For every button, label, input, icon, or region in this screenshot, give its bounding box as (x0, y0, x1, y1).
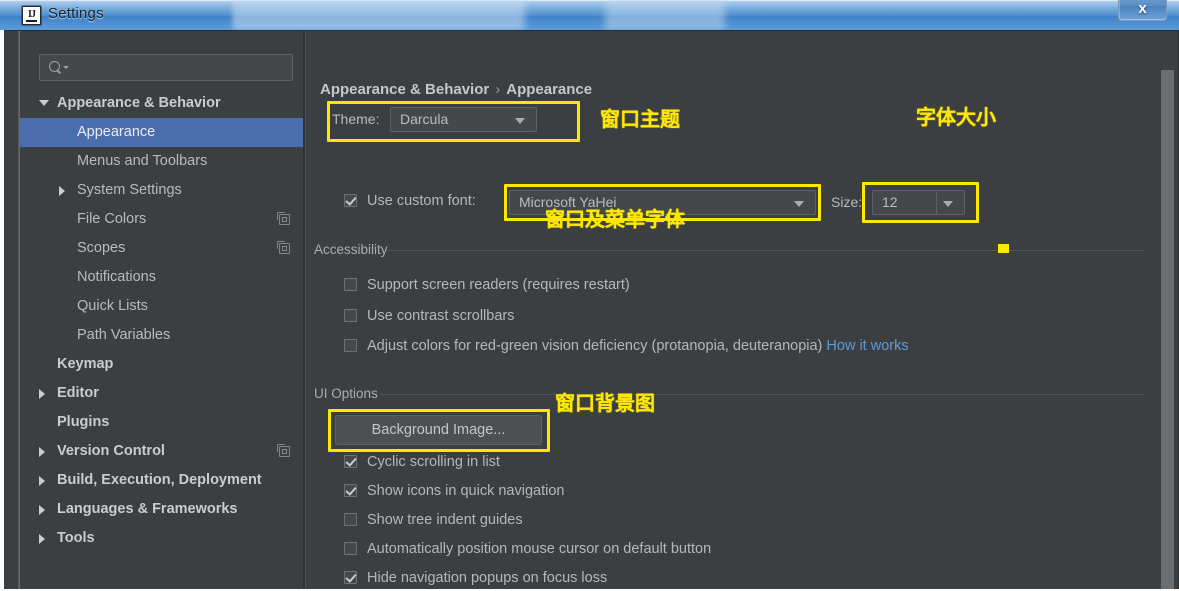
sidebar-item-label: Tools (57, 530, 95, 546)
ui-option-checkbox[interactable] (344, 455, 357, 468)
sidebar-item-label: Menus and Toolbars (77, 153, 208, 169)
sidebar-item-path-variables[interactable]: Path Variables (19, 321, 304, 350)
search-input[interactable] (72, 58, 286, 78)
chevron-right-icon[interactable] (59, 186, 65, 196)
sidebar-item-label: Plugins (57, 414, 110, 430)
sidebar-item-file-colors[interactable]: File Colors (19, 205, 304, 234)
sidebar-item-editor[interactable]: Editor (19, 379, 304, 408)
accessibility-option-checkbox[interactable] (344, 278, 357, 291)
close-button[interactable]: x (1118, 0, 1167, 21)
sidebar-item-appearance[interactable]: Appearance (19, 118, 304, 147)
accessibility-group-header: Accessibility (314, 242, 1144, 258)
ui-option-label: Automatically position mouse cursor on d… (367, 541, 712, 557)
font-size-highlight-box (862, 182, 979, 223)
sidebar-item-languages-frameworks[interactable]: Languages & Frameworks (19, 495, 304, 524)
chevron-right-icon[interactable] (39, 534, 45, 544)
accessibility-group-label: Accessibility (314, 242, 388, 257)
ui-options-group-header: UI Options (314, 386, 1144, 402)
sidebar-item-label: Keymap (57, 356, 114, 372)
accessibility-option-label: Adjust colors for red-green vision defic… (367, 338, 909, 354)
sidebar-item-label: Build, Execution, Deployment (57, 472, 262, 488)
close-icon: x (1138, 0, 1147, 17)
annotation-text: 字体大小 (916, 105, 996, 129)
sidebar-item-label: Scopes (77, 240, 126, 256)
search-dropdown-icon[interactable] (63, 66, 69, 69)
window-titlebar[interactable]: IJ Settings x (0, 0, 1179, 30)
sidebar-item-menus-and-toolbars[interactable]: Menus and Toolbars (19, 147, 304, 176)
annotation-text: 窗口主题 (600, 107, 680, 131)
sidebar-item-scopes[interactable]: Scopes (19, 234, 304, 263)
chevron-down-icon[interactable] (39, 100, 49, 106)
sidebar-item-plugins[interactable]: Plugins (19, 408, 304, 437)
annotation-dot (998, 244, 1009, 253)
group-divider (386, 250, 1144, 251)
use-custom-font-label: Use custom font: (367, 193, 476, 209)
annotation-text: 窗口背景图 (555, 391, 655, 415)
ui-option-checkbox[interactable] (344, 542, 357, 555)
breadcrumb-separator: › (495, 81, 501, 98)
window-body: Appearance & Behavior Appearance Menus and… (0, 30, 1179, 591)
sidebar-item-label: Editor (57, 385, 99, 401)
chevron-right-icon[interactable] (39, 447, 45, 457)
ui-options-group-label: UI Options (314, 386, 378, 401)
accessibility-option-checkbox[interactable] (344, 309, 357, 322)
chevron-right-icon[interactable] (39, 505, 45, 515)
ui-option-label: Hide navigation popups on focus loss (367, 570, 608, 586)
sidebar-item-system-settings[interactable]: System Settings (19, 176, 304, 205)
sidebar-item-label: Appearance & Behavior (57, 95, 221, 111)
sidebar-item-version-control[interactable]: Version Control (19, 437, 304, 466)
background-image-highlight-box (328, 409, 550, 452)
settings-tree: Appearance & Behavior Appearance Menus and… (19, 89, 304, 553)
settings-sidebar: Appearance & Behavior Appearance Menus and… (18, 31, 304, 591)
breadcrumb: Appearance & Behavior › Appearance (320, 81, 592, 98)
accessibility-option-label: Use contrast scrollbars (367, 308, 515, 324)
sidebar-item-build-execution-deployment[interactable]: Build, Execution, Deployment (19, 466, 304, 495)
sidebar-item-label: Path Variables (77, 327, 171, 343)
sidebar-item-label: Quick Lists (77, 298, 148, 314)
copy-icon (277, 241, 290, 254)
intellij-idea-icon: IJ (22, 6, 41, 25)
copy-icon (277, 444, 290, 457)
sidebar-item-label: Appearance (77, 124, 156, 140)
copy-icon (277, 212, 290, 225)
ui-option-label: Show tree indent guides (367, 512, 523, 528)
sidebar-item-label: Notifications (77, 269, 156, 285)
ui-option-checkbox[interactable] (344, 484, 357, 497)
settings-window: IJ Settings x Appearance & Behavior Appea… (0, 0, 1179, 591)
use-custom-font-checkbox[interactable] (344, 194, 357, 207)
breadcrumb-root[interactable]: Appearance & Behavior (320, 81, 489, 98)
sidebar-item-notifications[interactable]: Notifications (19, 263, 304, 292)
ui-option-label: Cyclic scrolling in list (367, 454, 500, 470)
sidebar-item-label: Languages & Frameworks (57, 501, 238, 517)
chevron-right-icon[interactable] (39, 389, 45, 399)
theme-highlight-box (327, 101, 580, 142)
sidebar-item-keymap[interactable]: Keymap (19, 350, 304, 379)
sidebar-item-label: System Settings (77, 182, 182, 198)
sidebar-item-label: Version Control (57, 443, 165, 459)
ui-option-checkbox[interactable] (344, 571, 357, 584)
window-left-frame (0, 30, 4, 591)
ui-option-label: Show icons in quick navigation (367, 483, 565, 499)
search-box[interactable] (39, 54, 293, 81)
breadcrumb-leaf: Appearance (506, 81, 593, 98)
sidebar-item-label: File Colors (77, 211, 147, 227)
accessibility-option-label: Support screen readers (requires restart… (367, 277, 630, 293)
ui-option-checkbox[interactable] (344, 513, 357, 526)
sidebar-item-tools[interactable]: Tools (19, 524, 304, 553)
vertical-scrollbar-track[interactable] (1157, 31, 1178, 591)
chevron-right-icon[interactable] (39, 476, 45, 486)
search-icon (49, 61, 60, 72)
group-divider (380, 394, 1144, 395)
accessibility-option-checkbox[interactable] (344, 339, 357, 352)
size-label: Size: (831, 194, 863, 210)
vertical-scrollbar-thumb[interactable] (1161, 70, 1174, 590)
window-title: Settings (48, 5, 104, 22)
settings-main-pane: Appearance & Behavior › Appearance Theme: … (306, 31, 1157, 591)
sidebar-item-appearance-behavior[interactable]: Appearance & Behavior (19, 89, 304, 118)
sidebar-item-quick-lists[interactable]: Quick Lists (19, 292, 304, 321)
titlebar-ghost-text (0, 0, 1179, 30)
how-it-works-link[interactable]: How it works (822, 338, 908, 354)
annotation-text: 窗口及菜单字体 (545, 207, 685, 231)
